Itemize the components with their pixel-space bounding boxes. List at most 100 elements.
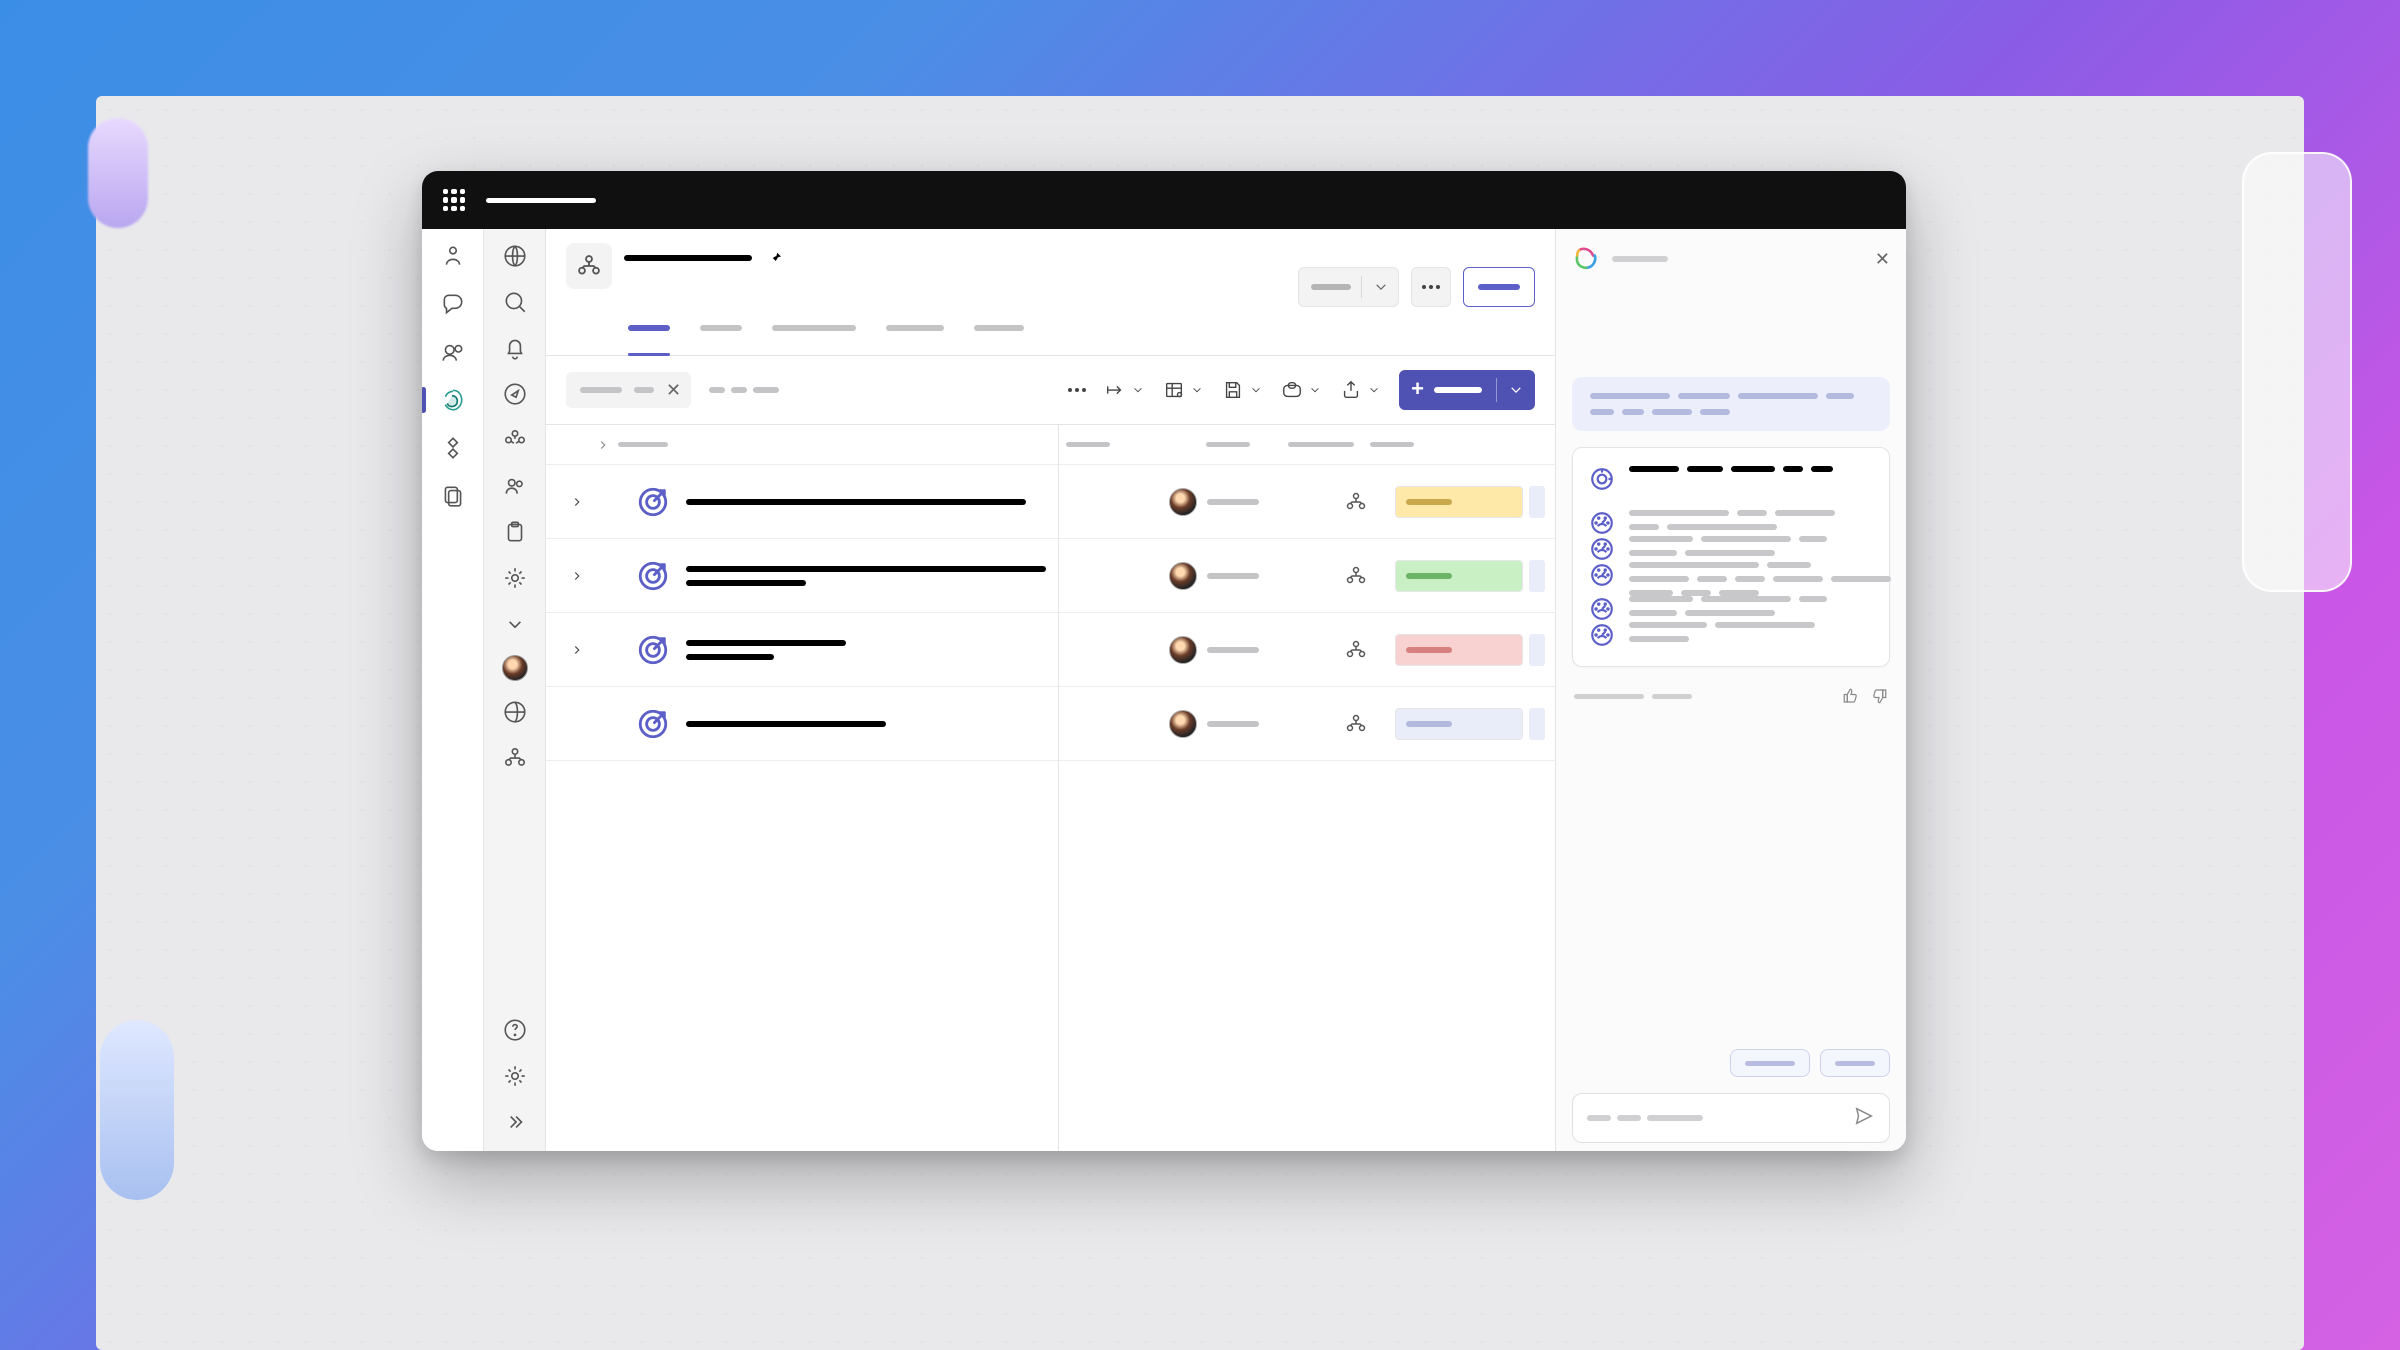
toolbar-save[interactable] xyxy=(1222,379,1263,401)
copilot-panel: ✕ xyxy=(1556,229,1906,1151)
send-icon[interactable] xyxy=(1853,1105,1875,1132)
summary-item xyxy=(1589,510,1873,536)
app-window: ✕ + xyxy=(422,171,1906,1151)
owner-cell[interactable] xyxy=(1169,636,1317,664)
owner-cell[interactable] xyxy=(1169,710,1317,738)
viva-goals-icon[interactable] xyxy=(438,385,468,415)
tab-bar xyxy=(566,321,1535,355)
activity-icon[interactable] xyxy=(438,241,468,271)
team-cell[interactable] xyxy=(1317,490,1395,514)
table-row[interactable] xyxy=(546,613,1555,687)
summary-item xyxy=(1589,622,1873,648)
avatar xyxy=(1169,710,1197,738)
gauge-icon xyxy=(1589,622,1615,648)
team-cell[interactable] xyxy=(1317,564,1395,588)
table-row[interactable] xyxy=(546,465,1555,539)
close-icon[interactable]: ✕ xyxy=(1875,249,1890,270)
org-icon[interactable] xyxy=(500,743,530,773)
workspace-icon[interactable] xyxy=(566,243,612,289)
summary-item xyxy=(1589,596,1873,622)
tab[interactable] xyxy=(628,321,670,355)
target-icon xyxy=(636,485,670,519)
chat-icon[interactable] xyxy=(438,289,468,319)
breadcrumb-placeholder xyxy=(709,387,779,393)
copilot-toggle-button[interactable] xyxy=(1463,267,1535,307)
copilot-header: ✕ xyxy=(1556,229,1906,289)
apps-icon[interactable] xyxy=(438,433,468,463)
user-avatar[interactable] xyxy=(502,655,528,681)
input-placeholder xyxy=(1587,1115,1703,1121)
list-toolbar: ✕ + xyxy=(546,356,1555,425)
titlebar xyxy=(422,171,1906,229)
table-row[interactable] xyxy=(546,687,1555,761)
copilot-suggestion-chips xyxy=(1572,1049,1890,1077)
tab[interactable] xyxy=(974,321,1024,355)
expand-icon[interactable] xyxy=(564,569,590,583)
compass-icon[interactable] xyxy=(500,379,530,409)
gauge-icon xyxy=(1589,562,1615,588)
target-icon xyxy=(636,559,670,593)
close-icon[interactable]: ✕ xyxy=(666,380,681,401)
avatar xyxy=(1169,488,1197,516)
collapse-icon[interactable] xyxy=(500,1107,530,1137)
toolbar-copilot[interactable] xyxy=(1281,379,1322,401)
copilot-logo-icon xyxy=(1572,245,1600,273)
app-launcher-icon[interactable] xyxy=(438,184,470,216)
summary-title-row xyxy=(1589,466,1873,492)
suggestion-chip[interactable] xyxy=(1820,1049,1890,1077)
thumbs-up-icon[interactable] xyxy=(1842,687,1860,705)
share-dropdown[interactable] xyxy=(1298,267,1399,307)
okr-table xyxy=(546,425,1555,1151)
status-cell[interactable] xyxy=(1395,634,1545,666)
toolbar-view[interactable] xyxy=(1163,379,1204,401)
gear-icon[interactable] xyxy=(500,563,530,593)
owner-cell[interactable] xyxy=(1169,562,1317,590)
primary-nav-rail xyxy=(422,229,484,1151)
copilot-title xyxy=(1612,256,1668,262)
main-content: ✕ + xyxy=(546,229,1556,1151)
tab[interactable] xyxy=(772,321,856,355)
bell-icon[interactable] xyxy=(500,333,530,363)
tab[interactable] xyxy=(700,321,742,355)
clipboard-icon[interactable] xyxy=(500,517,530,547)
status-cell[interactable] xyxy=(1395,560,1545,592)
globe-icon[interactable] xyxy=(500,241,530,271)
summary-item xyxy=(1589,562,1873,596)
help-icon[interactable] xyxy=(500,1015,530,1045)
target-icon xyxy=(1589,466,1615,492)
people-group-icon[interactable] xyxy=(500,425,530,455)
page-header xyxy=(546,229,1555,356)
files-icon[interactable] xyxy=(438,481,468,511)
copilot-response-footer xyxy=(1572,683,1890,713)
toolbar-more[interactable] xyxy=(1068,388,1086,392)
filter-chip[interactable]: ✕ xyxy=(566,372,691,408)
more-button[interactable] xyxy=(1411,267,1451,307)
toolbar-share[interactable] xyxy=(1340,379,1381,401)
tab[interactable] xyxy=(886,321,944,355)
pin-icon[interactable] xyxy=(766,249,784,267)
team-cell[interactable] xyxy=(1317,712,1395,736)
status-cell[interactable] xyxy=(1395,486,1545,518)
gauge-icon xyxy=(1589,510,1615,536)
table-row[interactable] xyxy=(546,539,1555,613)
globe-icon[interactable] xyxy=(500,697,530,727)
new-okr-button[interactable]: + xyxy=(1399,370,1535,410)
teams-icon[interactable] xyxy=(438,337,468,367)
expand-icon[interactable] xyxy=(564,495,590,509)
expand-icon[interactable] xyxy=(564,643,590,657)
thumbs-down-icon[interactable] xyxy=(1870,687,1888,705)
table-header xyxy=(546,425,1555,465)
status-cell[interactable] xyxy=(1395,708,1545,740)
owner-cell[interactable] xyxy=(1169,488,1317,516)
copilot-input[interactable] xyxy=(1572,1093,1890,1143)
team-cell[interactable] xyxy=(1317,638,1395,662)
avatar xyxy=(1169,636,1197,664)
suggestion-chip[interactable] xyxy=(1730,1049,1810,1077)
chevron-down-icon[interactable] xyxy=(500,609,530,639)
target-icon xyxy=(636,707,670,741)
search-icon[interactable] xyxy=(500,287,530,317)
settings-icon[interactable] xyxy=(500,1061,530,1091)
people-pair-icon[interactable] xyxy=(500,471,530,501)
copilot-summary-card xyxy=(1572,447,1890,667)
toolbar-indent[interactable] xyxy=(1104,379,1145,401)
